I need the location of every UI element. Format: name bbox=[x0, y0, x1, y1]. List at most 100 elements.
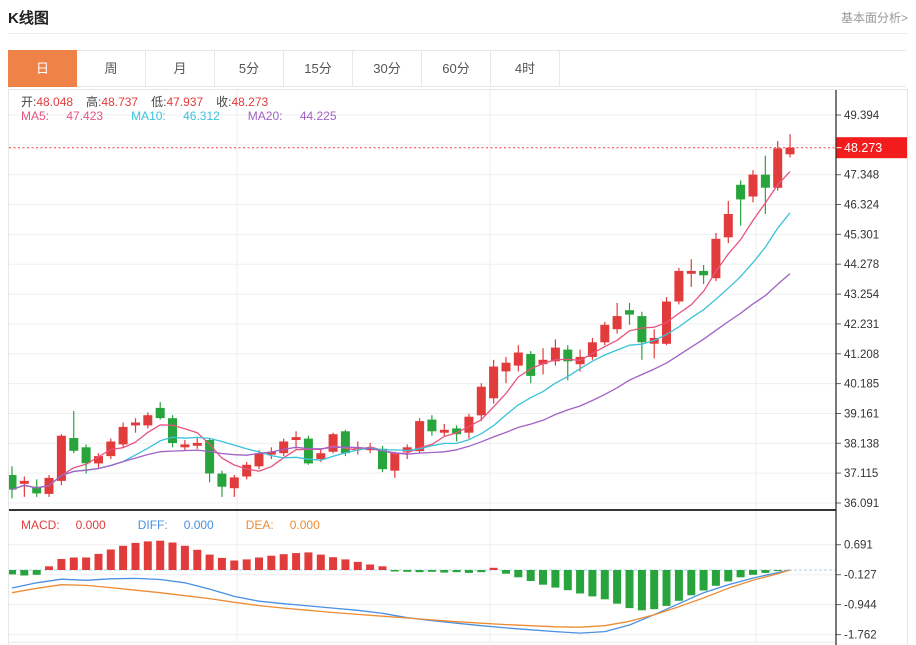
price-axis-label: 40.185 bbox=[844, 379, 879, 391]
price-axis-label: 38.138 bbox=[844, 438, 879, 450]
macd-bar bbox=[588, 570, 597, 597]
tab-item[interactable]: 日 bbox=[8, 50, 77, 87]
price-axis-label: 39.161 bbox=[844, 409, 879, 421]
macd-bar bbox=[687, 570, 696, 596]
macd-bar bbox=[131, 542, 140, 570]
price-axis-label: 41.208 bbox=[844, 349, 879, 361]
macd-bar bbox=[255, 557, 263, 570]
macd-axis-label: -0.944 bbox=[844, 600, 877, 612]
candlestick bbox=[229, 477, 239, 489]
macd-bar bbox=[551, 570, 560, 588]
candlestick bbox=[118, 426, 128, 445]
tab-item[interactable]: 5分 bbox=[215, 51, 284, 86]
diff-line bbox=[11, 569, 791, 634]
candlestick bbox=[760, 174, 770, 188]
macd-axis-label: -0.127 bbox=[844, 570, 877, 582]
macd-bar bbox=[267, 555, 276, 570]
candlestick bbox=[279, 441, 289, 454]
candlestick bbox=[155, 407, 165, 419]
price-axis-label: 37.115 bbox=[844, 468, 878, 480]
macd-bar bbox=[403, 570, 412, 572]
macd-bar bbox=[637, 570, 646, 611]
tab-item[interactable]: 月 bbox=[146, 51, 215, 86]
macd-bar bbox=[440, 570, 449, 573]
tab-item[interactable]: 30分 bbox=[353, 51, 422, 86]
macd-bar bbox=[156, 540, 165, 570]
candlestick bbox=[217, 473, 227, 487]
price-axis-label: 43.254 bbox=[844, 289, 880, 301]
tab-item[interactable]: 15分 bbox=[284, 51, 353, 86]
price-axis-label: 36.091 bbox=[844, 498, 879, 510]
macd-bar bbox=[329, 557, 338, 570]
macd-bar bbox=[736, 570, 745, 578]
macd-bar bbox=[230, 560, 239, 570]
macd-bar bbox=[106, 549, 115, 570]
price-axis-label: 45.301 bbox=[844, 229, 879, 241]
macd-axis-label: 0.691 bbox=[844, 540, 873, 552]
candlestick bbox=[699, 270, 709, 276]
candlestick bbox=[489, 366, 499, 399]
macd-bar bbox=[464, 570, 473, 573]
tab-item[interactable]: 周 bbox=[77, 51, 146, 86]
candlestick bbox=[69, 438, 79, 451]
macd-bar bbox=[489, 567, 498, 570]
candlestick bbox=[686, 270, 696, 274]
macd-bar bbox=[514, 570, 523, 578]
kline-chart-canvas[interactable]: 49.394 47.348 46.324 45.301 44.278 43.254 42.2… bbox=[9, 90, 907, 645]
macd-bar bbox=[378, 566, 387, 570]
candlestick bbox=[131, 422, 140, 426]
candlestick bbox=[291, 437, 301, 440]
tab-item[interactable]: 60分 bbox=[422, 51, 491, 86]
macd-bar bbox=[20, 570, 29, 576]
macd-bar bbox=[600, 570, 609, 600]
candlestick bbox=[328, 434, 338, 452]
macd-bar bbox=[82, 557, 91, 570]
candlestick bbox=[476, 386, 486, 416]
macd-bar bbox=[452, 570, 461, 573]
candlestick bbox=[439, 429, 449, 433]
price-axis-label: 46.324 bbox=[844, 200, 880, 212]
candlestick bbox=[600, 324, 610, 343]
candlestick bbox=[501, 362, 511, 372]
fundamental-analysis-link[interactable]: 基本面分析> bbox=[841, 9, 908, 26]
tab-item[interactable]: 4时 bbox=[491, 51, 560, 86]
candlestick bbox=[180, 444, 190, 448]
macd-bar bbox=[625, 570, 634, 609]
last-price-label: 48.273 bbox=[844, 141, 882, 155]
candlestick bbox=[625, 310, 634, 315]
macd-bar bbox=[45, 566, 53, 570]
macd-bar bbox=[749, 570, 757, 575]
macd-bar bbox=[526, 570, 535, 581]
macd-bar bbox=[57, 559, 66, 570]
candlestick bbox=[674, 270, 684, 302]
macd-bar bbox=[9, 570, 16, 575]
candlestick bbox=[785, 147, 795, 155]
page-title: K线图 bbox=[8, 10, 49, 27]
price-axis-label: 44.278 bbox=[844, 259, 879, 271]
macd-bar bbox=[650, 570, 659, 610]
ma20-line bbox=[11, 273, 791, 491]
macd-bar bbox=[217, 557, 226, 570]
macd-bar bbox=[539, 570, 547, 585]
macd-bar bbox=[279, 554, 288, 570]
kline-chart-area[interactable]: 49.394 47.348 46.324 45.301 44.278 43.254 42.2… bbox=[8, 89, 908, 645]
candlestick bbox=[9, 475, 17, 490]
macd-bar bbox=[119, 545, 128, 570]
macd-bar bbox=[205, 554, 214, 570]
period-tabbar: 日周月 5分 15分 30分 60分 4时 bbox=[8, 50, 906, 87]
macd-bar bbox=[193, 549, 202, 570]
macd-bar bbox=[94, 553, 103, 570]
candlestick bbox=[612, 316, 622, 330]
macd-bar bbox=[773, 570, 782, 572]
price-axis-label: 47.348 bbox=[844, 170, 879, 182]
macd-bar bbox=[415, 570, 424, 573]
macd-bar bbox=[168, 542, 177, 570]
macd-bar bbox=[180, 545, 189, 570]
macd-bar bbox=[32, 570, 41, 575]
candlestick bbox=[340, 431, 350, 454]
candlestick bbox=[81, 447, 91, 464]
candlestick bbox=[254, 453, 264, 467]
macd-bar bbox=[563, 570, 572, 591]
macd-bar bbox=[341, 559, 350, 570]
macd-bar bbox=[316, 554, 325, 570]
